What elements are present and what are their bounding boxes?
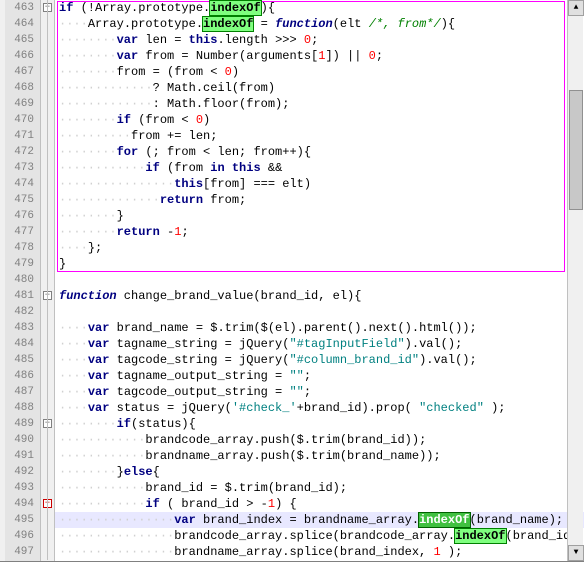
line-number: 484 [5, 336, 34, 352]
line-number: 483 [5, 320, 34, 336]
code-line[interactable]: ··········from += len; [55, 128, 584, 144]
code-line[interactable]: ················brandcode_array.splice(b… [55, 528, 584, 544]
line-number: 472 [5, 144, 34, 160]
search-match: indexOf [203, 17, 253, 31]
code-line[interactable]: ········} [55, 208, 584, 224]
line-number: 481 [5, 288, 34, 304]
code-line[interactable]: ················this[from] === elt) [55, 176, 584, 192]
line-number: 486 [5, 368, 34, 384]
line-number: 477 [5, 224, 34, 240]
line-number: 488 [5, 400, 34, 416]
code-line[interactable]: } [55, 256, 584, 272]
line-number: 487 [5, 384, 34, 400]
search-match: indexOf [419, 513, 469, 527]
line-number: 469 [5, 96, 34, 112]
search-match: indexOf [455, 529, 505, 543]
line-number: 470 [5, 112, 34, 128]
scroll-down-button[interactable]: ▼ [568, 545, 584, 561]
line-number: 478 [5, 240, 34, 256]
code-line[interactable]: ········if(status){ [55, 416, 584, 432]
line-number: 476 [5, 208, 34, 224]
line-number: 474 [5, 176, 34, 192]
code-content[interactable]: if (!Array.prototype.indexOf){····Array.… [55, 0, 584, 561]
code-line[interactable]: ················brandname_array.splice(b… [55, 544, 584, 560]
code-editor: 4634644654664674684694704714724734744754… [0, 0, 583, 561]
scrollbar-thumb[interactable] [569, 90, 583, 210]
code-line[interactable]: ········for (; from < len; from++){ [55, 144, 584, 160]
code-line[interactable]: ····var tagname_string = jQuery("#tagInp… [55, 336, 584, 352]
search-match: indexOf [210, 1, 260, 15]
line-number: 463 [5, 0, 34, 16]
line-number: 471 [5, 128, 34, 144]
code-line[interactable]: ············if (from in this && [55, 160, 584, 176]
code-line[interactable]: ········var len = this.length >>> 0; [55, 32, 584, 48]
line-number: 479 [5, 256, 34, 272]
code-line[interactable]: ····var tagcode_output_string = ""; [55, 384, 584, 400]
line-number: 473 [5, 160, 34, 176]
code-line[interactable] [55, 272, 584, 288]
code-line[interactable]: ·············: Math.floor(from); [55, 96, 584, 112]
line-number: 482 [5, 304, 34, 320]
code-line[interactable]: ····var brand_name = $.trim($(el).parent… [55, 320, 584, 336]
code-line[interactable]: ····var tagname_output_string = ""; [55, 368, 584, 384]
line-number: 492 [5, 464, 34, 480]
code-line[interactable]: ····Array.prototype.indexOf = function(e… [55, 16, 584, 32]
line-number: 493 [5, 480, 34, 496]
code-line[interactable]: ········if (from < 0) [55, 112, 584, 128]
code-line[interactable]: ········var from = Number(arguments[1]) … [55, 48, 584, 64]
vertical-scrollbar[interactable]: ▲ ▼ [567, 0, 583, 561]
code-line[interactable]: ········from = (from < 0) [55, 64, 584, 80]
line-number: 475 [5, 192, 34, 208]
code-line[interactable]: ············if ( brand_id > -1) { [55, 496, 584, 512]
line-number: 491 [5, 448, 34, 464]
scroll-up-button[interactable]: ▲ [568, 0, 584, 16]
code-line[interactable]: ············brand_id = $.trim(brand_id); [55, 480, 584, 496]
line-number: 466 [5, 48, 34, 64]
code-line[interactable]: ············brandname_array.push($.trim(… [55, 448, 584, 464]
line-number: 465 [5, 32, 34, 48]
line-number: 490 [5, 432, 34, 448]
line-number: 494 [5, 496, 34, 512]
line-number: 497 [5, 544, 34, 560]
code-line[interactable] [55, 304, 584, 320]
line-number: 496 [5, 528, 34, 544]
code-line[interactable]: ········}else{ [55, 464, 584, 480]
code-line[interactable]: ··············return from; [55, 192, 584, 208]
line-number: 495 [5, 512, 34, 528]
line-number: 468 [5, 80, 34, 96]
line-number: 489 [5, 416, 34, 432]
code-line[interactable]: ····}; [55, 240, 584, 256]
line-number: 480 [5, 272, 34, 288]
line-number-gutter: 4634644654664674684694704714724734744754… [5, 0, 41, 561]
code-line[interactable]: ·············? Math.ceil(from) [55, 80, 584, 96]
code-line[interactable]: ····var status = jQuery('#check_'+brand_… [55, 400, 584, 416]
line-number: 464 [5, 16, 34, 32]
code-line[interactable]: if (!Array.prototype.indexOf){ [55, 0, 584, 16]
code-line[interactable]: function change_brand_value(brand_id, el… [55, 288, 584, 304]
code-line[interactable]: ····var tagcode_string = jQuery("#column… [55, 352, 584, 368]
code-line[interactable]: ········return -1; [55, 224, 584, 240]
line-number: 467 [5, 64, 34, 80]
line-number: 485 [5, 352, 34, 368]
fold-column: −−−− [41, 0, 55, 561]
code-line[interactable]: ············brandcode_array.push($.trim(… [55, 432, 584, 448]
code-line[interactable]: ················var brand_index = brandn… [55, 512, 584, 528]
